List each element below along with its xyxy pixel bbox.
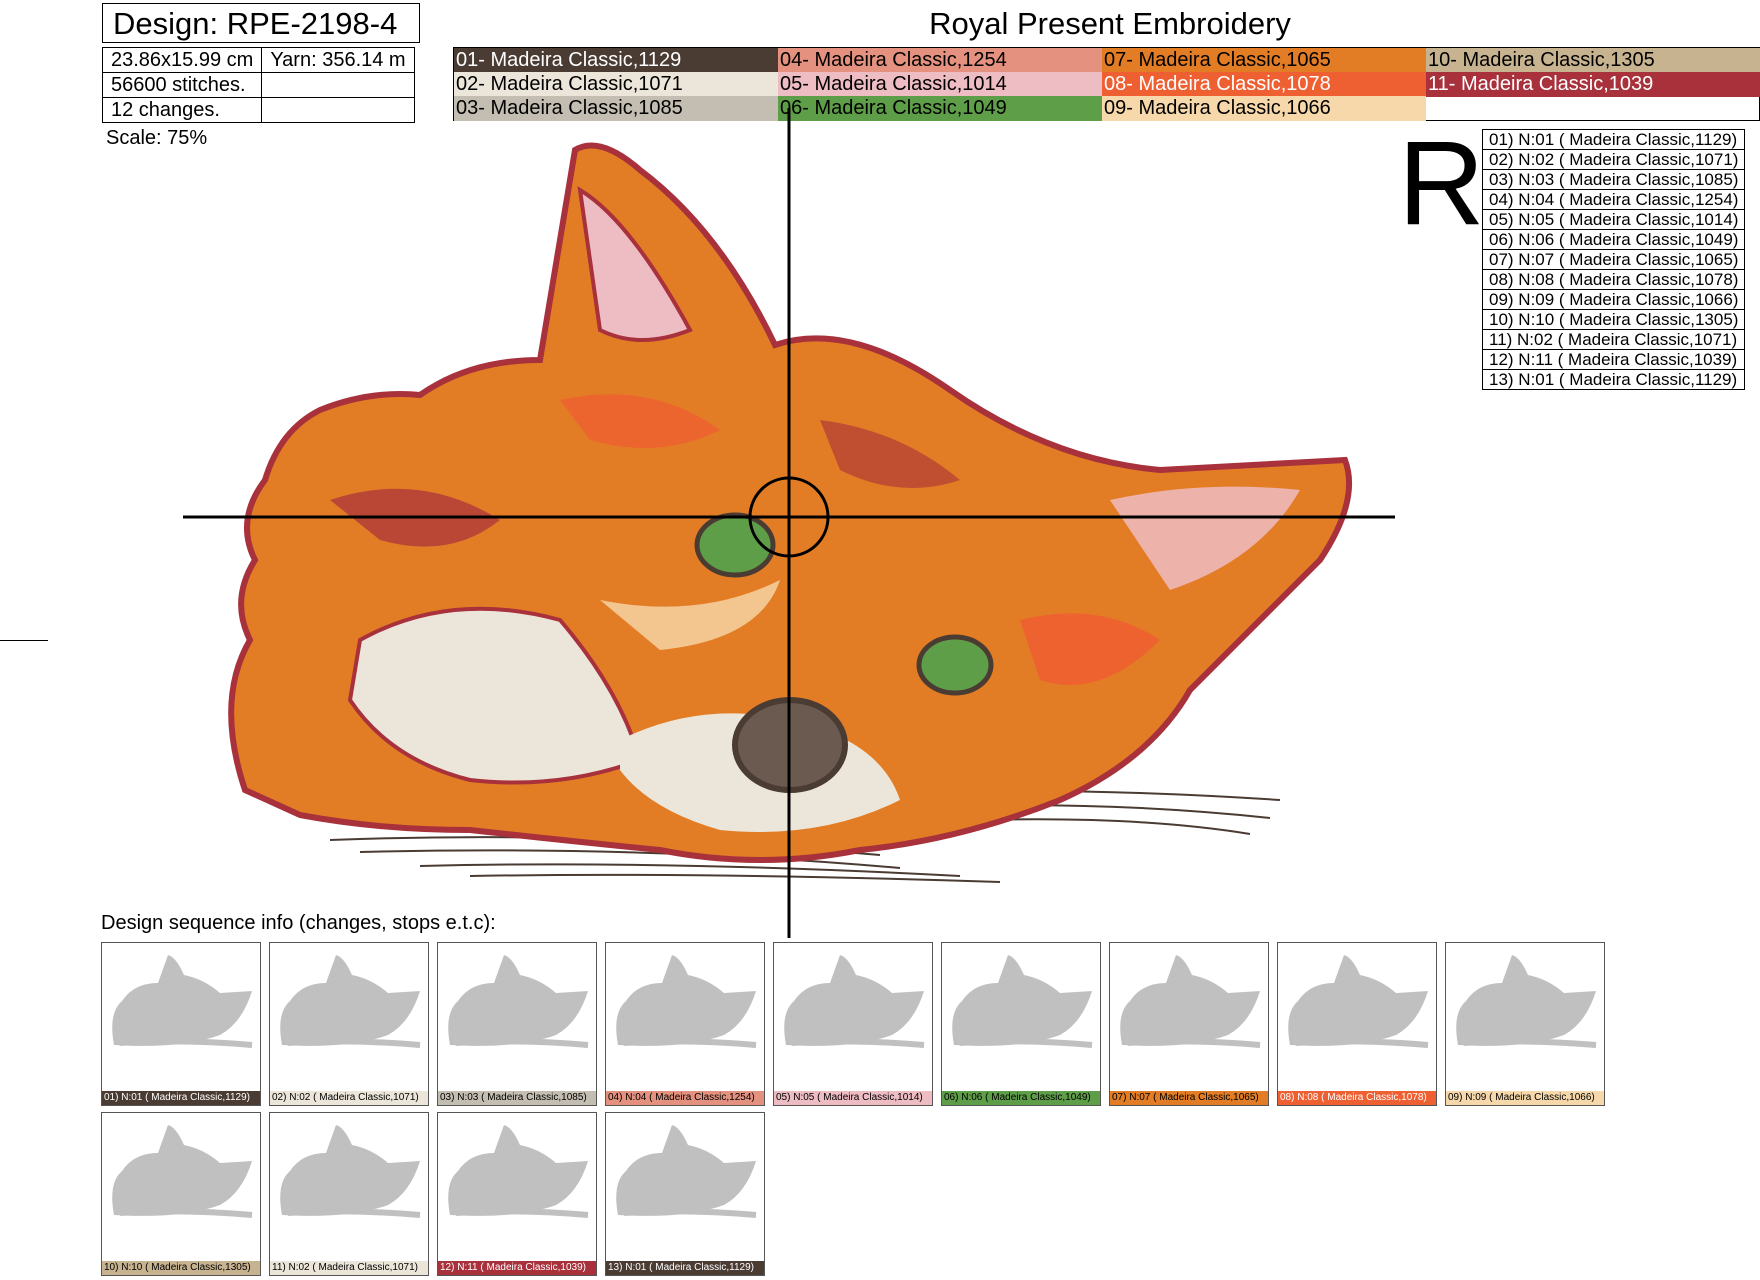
- thumbnail-silhouette: [616, 955, 757, 1048]
- thumbnail-silhouette: [448, 1125, 589, 1218]
- thumbnail-caption: 04) N:04 ( Madeira Classic,1254): [606, 1091, 764, 1105]
- thumbnail-silhouette: [112, 955, 253, 1048]
- thumbnail-caption: 01) N:01 ( Madeira Classic,1129): [102, 1091, 260, 1105]
- thumbnail-silhouette: [784, 955, 925, 1048]
- sequence-thumbnail: 12) N:11 ( Madeira Classic,1039): [437, 1112, 597, 1276]
- thumbnail-caption: 08) N:08 ( Madeira Classic,1078): [1278, 1091, 1436, 1105]
- thumbnail-caption: 05) N:05 ( Madeira Classic,1014): [774, 1091, 932, 1105]
- thumbnail-caption: 03) N:03 ( Madeira Classic,1085): [438, 1091, 596, 1105]
- thumbnail-silhouette: [1288, 955, 1429, 1048]
- sequence-thumbnail: 07) N:07 ( Madeira Classic,1065): [1109, 942, 1269, 1106]
- thumbnail-caption: 07) N:07 ( Madeira Classic,1065): [1110, 1091, 1268, 1105]
- thumbnail-caption: 11) N:02 ( Madeira Classic,1071): [270, 1261, 428, 1275]
- thumbnail-silhouette: [1456, 955, 1597, 1048]
- thumbnail-silhouette: [1120, 955, 1261, 1048]
- thumbnail-silhouette: [280, 955, 421, 1048]
- thumbnail-caption: 10) N:10 ( Madeira Classic,1305): [102, 1261, 260, 1275]
- thumbnail-caption: 12) N:11 ( Madeira Classic,1039): [438, 1261, 596, 1275]
- thumbnail-caption: 06) N:06 ( Madeira Classic,1049): [942, 1091, 1100, 1105]
- sequence-thumbnail: 05) N:05 ( Madeira Classic,1014): [773, 942, 933, 1106]
- thumbnail-silhouette: [616, 1125, 757, 1218]
- sequence-thumbnail: 13) N:01 ( Madeira Classic,1129): [605, 1112, 765, 1276]
- sequence-thumbnail: 04) N:04 ( Madeira Classic,1254): [605, 942, 765, 1106]
- sequence-info-label: Design sequence info (changes, stops e.t…: [101, 912, 496, 934]
- thumbnail-silhouette: [280, 1125, 421, 1218]
- thumbnail-caption: 13) N:01 ( Madeira Classic,1129): [606, 1261, 764, 1275]
- thumbnail-silhouette: [952, 955, 1093, 1048]
- sequence-thumbnail: 02) N:02 ( Madeira Classic,1071): [269, 942, 429, 1106]
- sequence-thumbnail: 01) N:01 ( Madeira Classic,1129): [101, 942, 261, 1106]
- thumbnail-silhouette: [112, 1125, 253, 1218]
- sequence-thumbnail: 11) N:02 ( Madeira Classic,1071): [269, 1112, 429, 1276]
- sequence-thumbnail: 08) N:08 ( Madeira Classic,1078): [1277, 942, 1437, 1106]
- right-eye: [916, 634, 994, 696]
- sequence-thumbnail: 10) N:10 ( Madeira Classic,1305): [101, 1112, 261, 1276]
- sequence-thumbnail: 09) N:09 ( Madeira Classic,1066): [1445, 942, 1605, 1106]
- sequence-thumbnail: 03) N:03 ( Madeira Classic,1085): [437, 942, 597, 1106]
- margin-tick: [0, 640, 48, 641]
- thumbnail-silhouette: [448, 955, 589, 1048]
- sequence-thumbnail: 06) N:06 ( Madeira Classic,1049): [941, 942, 1101, 1106]
- thumbnail-caption: 09) N:09 ( Madeira Classic,1066): [1446, 1091, 1604, 1105]
- thumbnail-caption: 02) N:02 ( Madeira Classic,1071): [270, 1091, 428, 1105]
